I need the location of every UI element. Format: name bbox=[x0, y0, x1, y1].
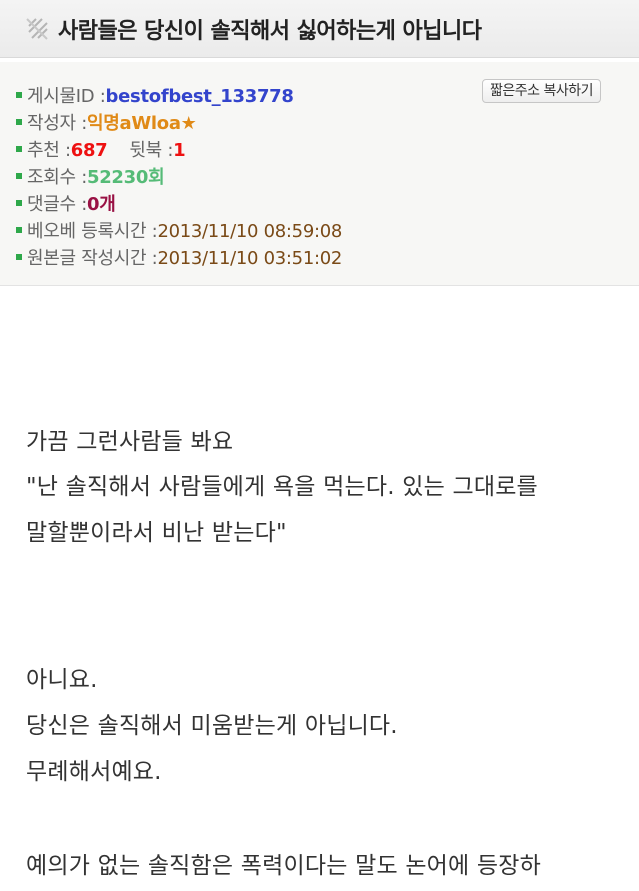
bob-time-value: 2013/11/10 08:59:08 bbox=[157, 221, 343, 242]
meta-post-id: 게시물ID : bestofbest_133778 bbox=[16, 82, 294, 108]
content-line: 당신은 솔직해서 미움받는게 아닙니다. bbox=[26, 713, 398, 739]
content-line: 가끔 그런사람들 봐요 bbox=[26, 429, 234, 455]
meta-views: 조회수 : 52230회 bbox=[16, 163, 165, 189]
orig-time-value: 2013/11/10 03:51:02 bbox=[157, 248, 343, 269]
content-line: "난 솔직해서 사람들에게 욕을 먹는다. 있는 그대로를 bbox=[26, 474, 538, 500]
author-label: 작성자 : bbox=[27, 113, 87, 134]
bullet-icon bbox=[16, 173, 22, 179]
post-id-value: bestofbest_133778 bbox=[105, 86, 294, 107]
crossed-lines-icon bbox=[26, 17, 48, 40]
content-line: 말할뿐이라서 비난 받는다" bbox=[26, 520, 287, 546]
meta-bob-time: 베오베 등록시간 : 2013/11/10 08:59:08 bbox=[16, 217, 342, 243]
bullet-icon bbox=[16, 227, 22, 233]
recommend-label: 추천 : bbox=[27, 140, 71, 161]
content-line: 예의가 없는 솔직함은 폭력이다는 말도 논어에 등장하 bbox=[26, 853, 541, 879]
post-id-label: 게시물ID : bbox=[27, 86, 106, 107]
bullet-icon bbox=[16, 119, 22, 125]
post-title: 사람들은 당신이 솔직해서 싫어하는게 아닙니다 bbox=[58, 18, 482, 44]
content-line: 아니요. bbox=[26, 667, 98, 693]
bullet-icon bbox=[16, 92, 22, 98]
content-line: 무례해서예요. bbox=[26, 759, 162, 785]
views-value: 52230회 bbox=[86, 167, 165, 188]
comments-value: 0개 bbox=[86, 194, 116, 215]
post-header: 사람들은 당신이 솔직해서 싫어하는게 아닙니다 bbox=[0, 0, 639, 58]
bob-time-label: 베오베 등록시간 : bbox=[27, 221, 158, 242]
meta-comments: 댓글수 : 0개 bbox=[16, 190, 116, 216]
comments-label: 댓글수 : bbox=[27, 194, 87, 215]
meta-recommend: 추천 : 687 뒷북 : 1 bbox=[16, 136, 186, 162]
back-label: 뒷북 : bbox=[129, 140, 174, 161]
meta-orig-time: 원본글 작성시간 : 2013/11/10 03:51:02 bbox=[16, 244, 342, 270]
orig-time-label: 원본글 작성시간 : bbox=[27, 248, 158, 269]
meta-author: 작성자 : 익명aWloa★ bbox=[16, 109, 197, 135]
bullet-icon bbox=[16, 146, 22, 152]
bullet-icon bbox=[16, 200, 22, 206]
bullet-icon bbox=[16, 254, 22, 260]
author-value[interactable]: 익명aWloa★ bbox=[87, 109, 197, 135]
recommend-value: 687 bbox=[70, 140, 108, 161]
back-value: 1 bbox=[173, 140, 186, 161]
views-label: 조회수 : bbox=[27, 167, 87, 188]
copy-short-url-button[interactable]: 짧은주소 복사하기 bbox=[482, 79, 601, 103]
